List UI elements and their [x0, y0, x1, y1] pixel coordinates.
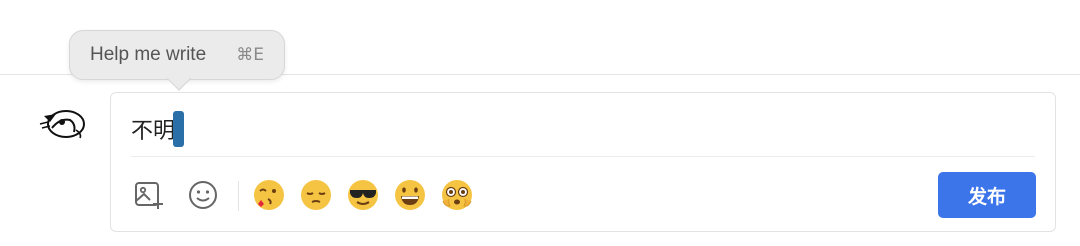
comment-text: 不明	[131, 119, 176, 144]
tooltip-shortcut: ⌘E	[236, 45, 264, 65]
emoji-picker-icon[interactable]	[185, 177, 221, 213]
avatar[interactable]	[36, 104, 90, 144]
publish-button[interactable]: 发布	[938, 172, 1036, 218]
sunglasses-emoji-icon[interactable]	[345, 177, 381, 213]
image-add-icon[interactable]	[131, 177, 167, 213]
tooltip-label: Help me write	[90, 44, 207, 65]
grin-emoji-icon[interactable]	[392, 177, 428, 213]
toolbar-separator	[238, 181, 239, 211]
pensive-emoji-icon[interactable]	[298, 177, 334, 213]
editor-divider	[131, 156, 1035, 157]
comment-editor[interactable]: 不明 发布	[110, 92, 1056, 232]
text-caret	[173, 111, 185, 147]
comment-input[interactable]: 不明	[131, 111, 185, 147]
wink-kiss-emoji-icon[interactable]	[251, 177, 287, 213]
flushed-emoji-icon[interactable]	[439, 177, 475, 213]
